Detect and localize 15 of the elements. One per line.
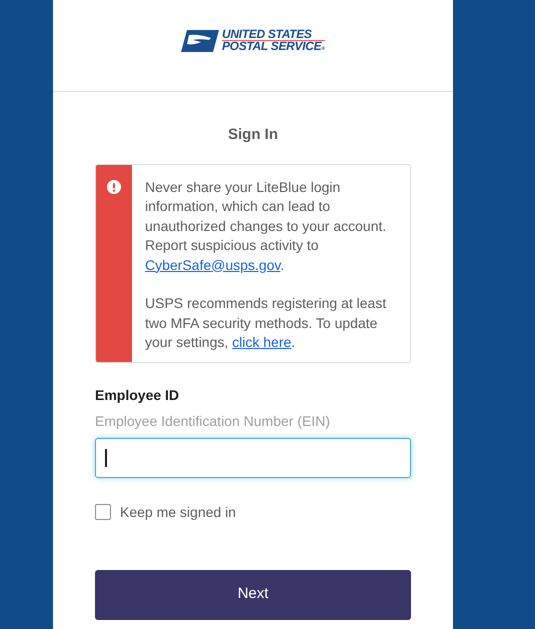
employee-id-field[interactable]: [95, 438, 411, 478]
field-label: Employee ID: [95, 386, 180, 405]
checkbox[interactable]: [95, 504, 111, 520]
alert-link[interactable]: click here: [232, 334, 292, 350]
exclamation-icon: [107, 180, 121, 194]
alert-message: Never share your LiteBlue login information, which can lead to unauthorized changes to your account. Report suspicious activity to CyberSafe@usps.gov.: [145, 178, 388, 275]
alert-message: USPS recommends registering at least two MFA security methods. To update your settings, click here.: [145, 294, 388, 352]
logo-text: POSTAL SERVICE: [222, 41, 322, 52]
next-button[interactable]: Next: [95, 570, 411, 620]
checkbox-label: Keep me signed in: [120, 502, 236, 522]
logo-text: UNITED STATES: [222, 29, 326, 41]
text-cursor: [105, 448, 106, 466]
sign-in-heading: Sign In: [227, 125, 279, 145]
alert-link[interactable]: CyberSafe@usps.gov: [145, 256, 280, 272]
field-hint: Employee Identification Number (EIN): [95, 412, 331, 431]
